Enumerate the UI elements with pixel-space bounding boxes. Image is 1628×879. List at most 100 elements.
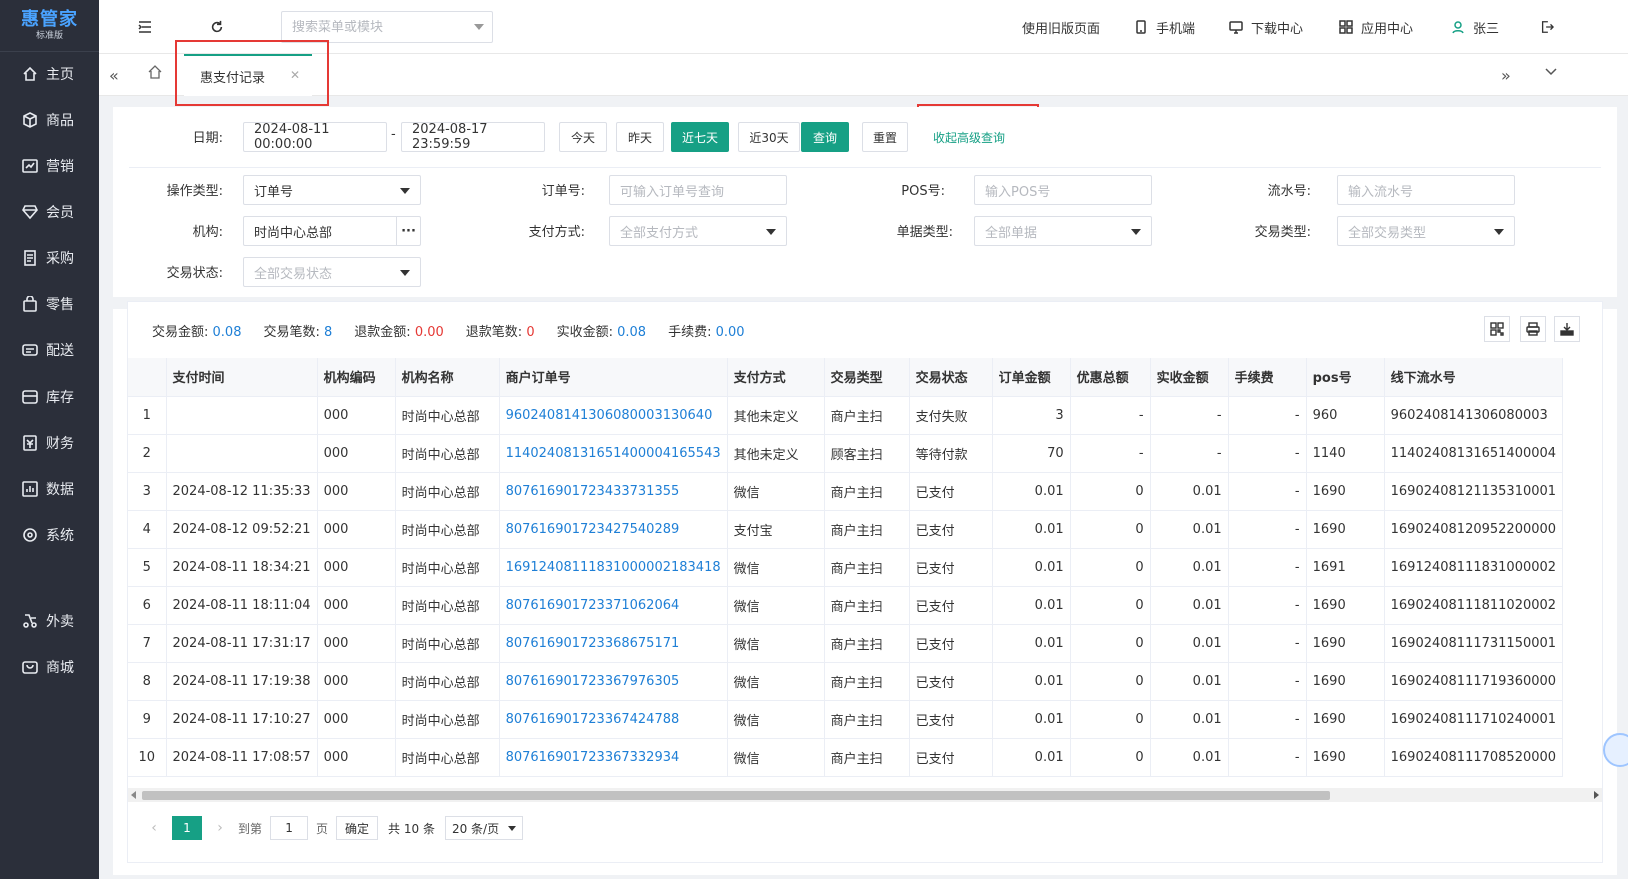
user-menu[interactable]: 张三 xyxy=(1451,0,1499,54)
pay-method-select[interactable]: 全部支付方式 xyxy=(609,216,787,246)
table-row[interactable]: 5 2024-08-11 18:34:21 000 时尚中心总部 16912408111… xyxy=(128,548,1564,587)
pos-input[interactable]: 输入POS号 xyxy=(974,175,1152,205)
collapse-advanced-query-link[interactable]: 收起高级查询 xyxy=(933,129,1005,146)
date-start-input[interactable]: 2024-08-11 00:00:00 xyxy=(243,122,387,152)
sidebar-item-9[interactable]: 数据 xyxy=(0,469,99,509)
column-header[interactable]: 支付时间 xyxy=(166,358,318,397)
tab-hui-payment-records[interactable]: 惠支付记录 ✕ xyxy=(184,54,312,96)
table-cell: 商户主扫 xyxy=(824,548,910,587)
old-version-link[interactable]: 使用旧版页面 xyxy=(1022,0,1100,54)
table-cell: 已支付 xyxy=(909,624,993,663)
export-icon[interactable] xyxy=(1554,316,1580,342)
download-center-link[interactable]: 下载中心 xyxy=(1229,0,1303,54)
sidebar-item-4[interactable]: 采购 xyxy=(0,238,99,278)
trade-status-select[interactable]: 全部交易状态 xyxy=(243,257,421,287)
query-button[interactable]: 查询 xyxy=(801,122,849,152)
menu-search-input[interactable] xyxy=(292,19,462,35)
table-row[interactable]: 8 2024-08-11 17:19:38 000 时尚中心总部 80761690172… xyxy=(128,662,1564,701)
today-button[interactable]: 今天 xyxy=(559,122,607,152)
column-header[interactable]: 线下流水号 xyxy=(1384,358,1564,397)
print-icon[interactable] xyxy=(1520,316,1546,342)
last-30-days-button[interactable]: 近30天 xyxy=(738,122,800,152)
doc-type-label: 单据类型: xyxy=(896,225,953,240)
table-row[interactable]: 10 2024-08-11 17:08:57 000 时尚中心总部 8076169017… xyxy=(128,738,1564,777)
tabs-dropdown-icon[interactable] xyxy=(1544,64,1558,82)
order-number-link[interactable]: 807616901723367332934 xyxy=(499,738,728,777)
table-row[interactable]: 4 2024-08-12 09:52:21 000 时尚中心总部 80761690172… xyxy=(128,510,1564,549)
prev-page-icon[interactable]: ‹ xyxy=(142,820,166,836)
sidebar-item-11[interactable]: 外卖 xyxy=(0,601,99,641)
order-number-link[interactable]: 807616901723371062064 xyxy=(499,586,728,625)
refresh-icon[interactable] xyxy=(207,17,227,37)
tabs-scroll-right-icon[interactable]: » xyxy=(1501,66,1511,85)
sidebar-item-8[interactable]: 财务 xyxy=(0,423,99,463)
table-row[interactable]: 6 2024-08-11 18:11:04 000 时尚中心总部 80761690172… xyxy=(128,586,1564,625)
goto-page-input[interactable]: 1 xyxy=(270,816,309,840)
doc-type-select[interactable]: 全部单据 xyxy=(974,216,1152,246)
serial-input[interactable]: 输入流水号 xyxy=(1337,175,1515,205)
close-icon[interactable]: ✕ xyxy=(290,68,300,82)
sidebar-item-1[interactable]: 商品 xyxy=(0,100,99,140)
menu-search[interactable] xyxy=(281,11,493,43)
order-number-link[interactable]: 169124081118310000021834​18 xyxy=(499,548,728,587)
sidebar-item-12[interactable]: 商城 xyxy=(0,647,99,687)
column-header[interactable]: 实收金额 xyxy=(1150,358,1229,397)
horizontal-scrollbar[interactable] xyxy=(128,788,1602,802)
home-tab-icon[interactable] xyxy=(147,64,163,84)
logout-icon[interactable] xyxy=(1537,17,1557,37)
table-row[interactable]: 1 000 时尚中心总部 96024081413060800031306​40 其他未定… xyxy=(128,396,1564,435)
column-header[interactable]: 交易状态 xyxy=(909,358,993,397)
sidebar-item-3[interactable]: 会员 xyxy=(0,192,99,232)
reset-button[interactable]: 重置 xyxy=(862,122,908,152)
column-header[interactable]: 优惠总额 xyxy=(1070,358,1151,397)
order-number-link[interactable]: 807616901723433731355 xyxy=(499,472,728,511)
scroll-right-icon[interactable] xyxy=(1594,791,1599,799)
column-header[interactable]: 支付方式 xyxy=(727,358,825,397)
next-page-icon[interactable]: › xyxy=(208,820,232,836)
yesterday-button[interactable]: 昨天 xyxy=(616,122,664,152)
order-no-input[interactable]: 可输入订单号查询 xyxy=(609,175,787,205)
org-input[interactable]: 时尚中心总部 ··· xyxy=(243,216,421,246)
page-number-current[interactable]: 1 xyxy=(172,816,202,840)
mobile-link[interactable]: 手机端 xyxy=(1134,0,1195,54)
sidebar-item-5[interactable]: 零售 xyxy=(0,284,99,324)
tab-label: 惠支付记录 xyxy=(200,70,266,86)
order-number-link[interactable]: 114024081316514000041655​43 xyxy=(499,434,728,473)
column-header[interactable]: 手续费 xyxy=(1228,358,1307,397)
table-row[interactable]: 9 2024-08-11 17:10:27 000 时尚中心总部 80761690172… xyxy=(128,700,1564,739)
app-center-link[interactable]: 应用中心 xyxy=(1339,0,1413,54)
goto-confirm-button[interactable]: 确定 xyxy=(336,816,379,840)
column-header[interactable]: 商户订单号 xyxy=(499,358,728,397)
table-row[interactable]: 3 2024-08-12 11:35:33 000 时尚中心总部 80761690172… xyxy=(128,472,1564,511)
column-header[interactable] xyxy=(128,358,167,397)
date-end-input[interactable]: 2024-08-17 23:59:59 xyxy=(401,122,545,152)
sidebar-item-10[interactable]: 系统 xyxy=(0,515,99,555)
more-icon[interactable]: ··· xyxy=(396,217,420,245)
order-number-link[interactable]: 96024081413060800031306​40 xyxy=(499,396,728,435)
column-header[interactable]: 机构名称 xyxy=(395,358,500,397)
sidebar-item-2[interactable]: 营销 xyxy=(0,146,99,186)
order-number-link[interactable]: 807616901723367976305 xyxy=(499,662,728,701)
table-row[interactable]: 7 2024-08-11 17:31:17 000 时尚中心总部 80761690172… xyxy=(128,624,1564,663)
op-type-select[interactable]: 订单号 xyxy=(243,175,421,205)
table-row[interactable]: 2 000 时尚中心总部 114024081316514000041655​43 其他未… xyxy=(128,434,1564,473)
sidebar-item-0[interactable]: 主页 xyxy=(0,54,99,94)
qrcode-icon[interactable] xyxy=(1484,316,1510,342)
menu-toggle-icon[interactable] xyxy=(135,17,155,37)
tabs-scroll-left-icon[interactable]: « xyxy=(109,66,119,85)
table-cell: 1690 xyxy=(1306,510,1385,549)
order-number-link[interactable]: 807616901723427540289 xyxy=(499,510,728,549)
column-header[interactable]: 交易类型 xyxy=(824,358,910,397)
sidebar-item-6[interactable]: 配送 xyxy=(0,330,99,370)
page-size-select[interactable]: 20 条/页 xyxy=(444,816,523,840)
column-header[interactable]: 订单金额 xyxy=(992,358,1071,397)
column-header[interactable]: 机构编码 xyxy=(317,358,396,397)
column-header[interactable]: pos号 xyxy=(1306,358,1385,397)
last-7-days-button[interactable]: 近七天 xyxy=(671,122,729,152)
order-number-link[interactable]: 807616901723367424788 xyxy=(499,700,728,739)
trade-type-select[interactable]: 全部交易类型 xyxy=(1337,216,1515,246)
scroll-left-icon[interactable] xyxy=(131,791,136,799)
order-number-link[interactable]: 807616901723368675171 xyxy=(499,624,728,663)
scrollbar-thumb[interactable] xyxy=(142,791,1330,800)
sidebar-item-7[interactable]: 库存 xyxy=(0,377,99,417)
